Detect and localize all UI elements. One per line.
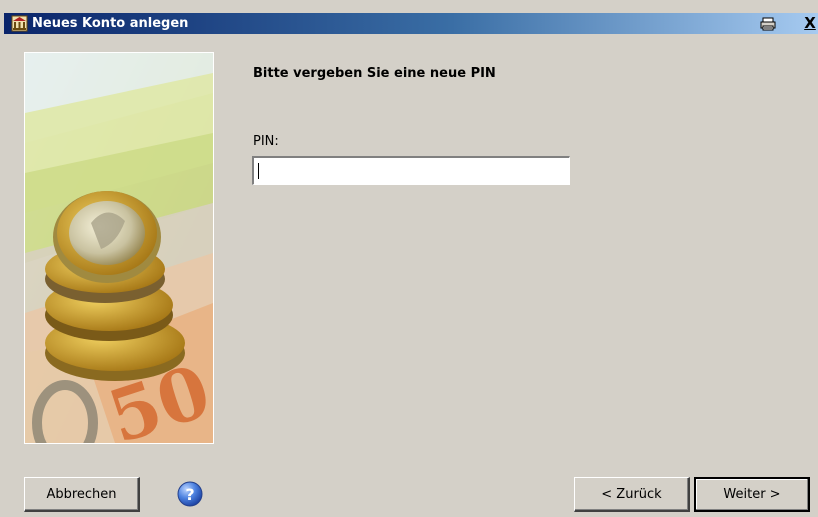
title-bar: Neues Konto anlegen X <box>0 0 818 36</box>
side-image-money: 50 <box>24 52 214 444</box>
next-button[interactable]: Weiter > <box>694 477 810 512</box>
print-button[interactable] <box>759 15 777 32</box>
close-icon: X <box>804 14 816 32</box>
pin-input[interactable] <box>252 156 570 185</box>
title-bar-strip: Neues Konto anlegen X <box>4 13 818 34</box>
money-illustration: 50 <box>25 53 213 443</box>
close-button[interactable]: X <box>801 15 818 32</box>
window-title: Neues Konto anlegen <box>32 16 189 31</box>
bank-icon <box>11 15 28 32</box>
help-icon[interactable]: ? <box>176 480 204 508</box>
pin-label: PIN: <box>253 134 279 149</box>
printer-icon <box>760 17 776 30</box>
page-heading: Bitte vergeben Sie eine neue PIN <box>253 66 496 81</box>
back-button[interactable]: < Zurück <box>574 477 690 512</box>
text-caret <box>258 163 259 179</box>
svg-text:?: ? <box>185 485 194 504</box>
cancel-button[interactable]: Abbrechen <box>24 477 140 512</box>
